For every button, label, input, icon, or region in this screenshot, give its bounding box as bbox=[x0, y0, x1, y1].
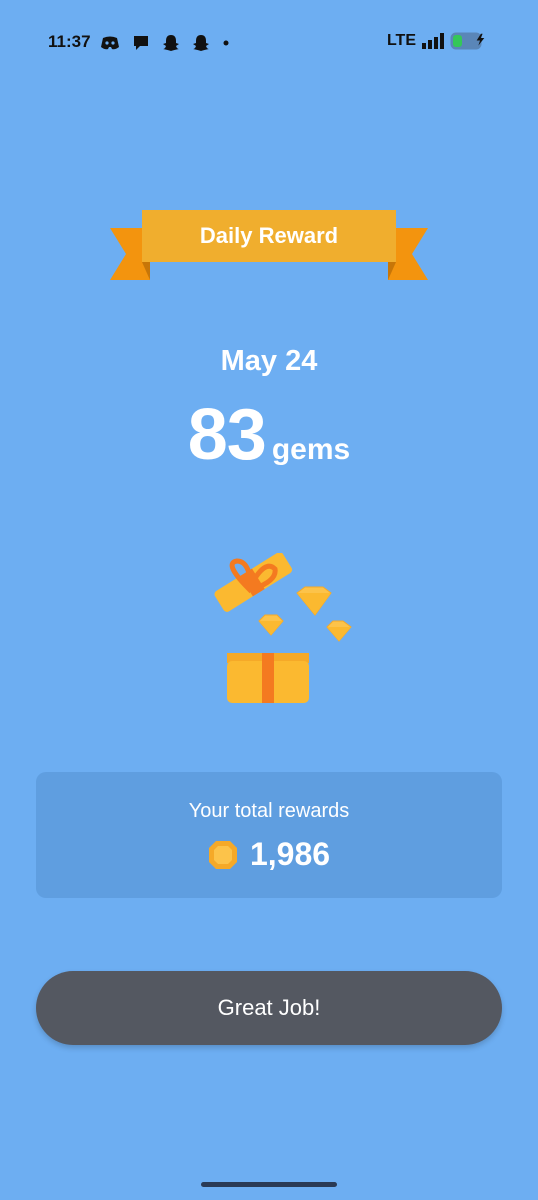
total-rewards-row: 1,986 bbox=[36, 836, 502, 873]
home-indicator[interactable] bbox=[201, 1182, 337, 1187]
total-rewards-card: Your total rewards 1,986 bbox=[36, 772, 502, 898]
status-right: LTE bbox=[387, 32, 490, 50]
reward-unit: gems bbox=[271, 433, 351, 466]
reward-amount-group: 83 gems bbox=[0, 394, 538, 476]
reward-date: May 24 bbox=[220, 345, 318, 377]
status-bar: 11:37 LTE bbox=[0, 0, 538, 88]
battery-charging-icon bbox=[450, 32, 485, 50]
signal-icon bbox=[422, 33, 444, 49]
total-rewards-label: Your total rewards bbox=[188, 800, 350, 822]
discord-icon bbox=[101, 36, 119, 50]
status-time: 11:37 bbox=[48, 32, 91, 51]
gem-icon bbox=[208, 840, 237, 869]
banner-title: Daily Reward bbox=[199, 223, 339, 248]
daily-reward-banner: Daily Reward bbox=[110, 210, 428, 282]
dot-icon bbox=[223, 40, 229, 46]
chat-bubble-icon bbox=[134, 36, 148, 50]
snapchat-icon bbox=[193, 35, 209, 51]
network-type: LTE bbox=[386, 32, 416, 49]
notification-icons bbox=[100, 34, 230, 52]
total-rewards-value: 1,986 bbox=[249, 836, 331, 872]
snapchat-icon bbox=[163, 35, 179, 51]
reward-amount: 83 bbox=[187, 395, 267, 475]
great-job-button[interactable]: Great Job! bbox=[36, 971, 502, 1045]
gift-box-icon bbox=[214, 553, 352, 703]
